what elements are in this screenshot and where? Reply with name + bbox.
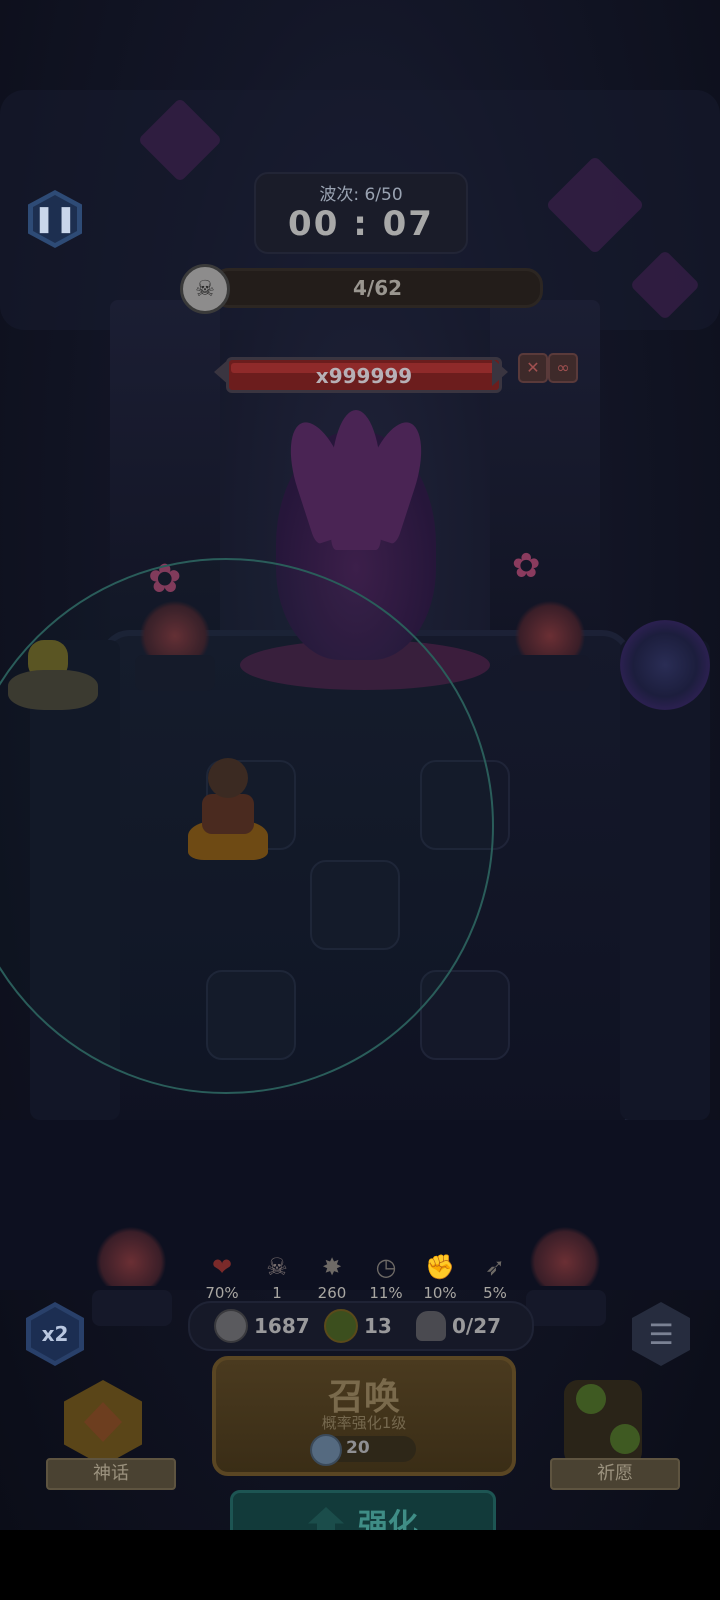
- stat-devil: ☠ 1: [249, 1250, 305, 1302]
- kill-progress-bar: 4/62: [212, 268, 543, 308]
- boss-petal: [331, 410, 381, 550]
- stat-power: ✊ 10%: [412, 1250, 468, 1302]
- torch-base: [526, 1290, 606, 1326]
- boss-health-text: x999999: [315, 364, 413, 388]
- hero-head: [208, 758, 248, 798]
- clover-orb: [576, 1384, 606, 1414]
- torch-flame: [515, 600, 585, 660]
- myth-label: 神话: [46, 1458, 176, 1490]
- wing-icon: ➶: [484, 1253, 506, 1281]
- stat-value: 70%: [205, 1284, 239, 1302]
- burst-icon: ✸: [321, 1253, 343, 1281]
- stat-wing: ➶ 5%: [467, 1250, 523, 1302]
- enemy-unit[interactable]: [8, 640, 98, 720]
- myth-emblem-icon: [64, 1380, 142, 1466]
- devil-skull-icon: ☠: [266, 1253, 288, 1281]
- strengthen-label: 强化: [358, 1508, 418, 1530]
- speed-x2-label: x2: [31, 1307, 79, 1361]
- wave-label: 波次: 6/50: [319, 185, 403, 205]
- summon-subtitle: 概率强化1级: [321, 1414, 407, 1432]
- stat-speed: ◷ 11%: [358, 1250, 414, 1302]
- board-lane: [620, 640, 710, 1120]
- pause-icon: ❚❚: [33, 195, 77, 243]
- ghost-unit-icon: [416, 1311, 446, 1341]
- hero-unit[interactable]: [188, 758, 268, 863]
- stat-value: 260: [317, 1284, 347, 1302]
- debuff-icon: ∞: [548, 353, 578, 383]
- silver-resource: 1687: [214, 1309, 310, 1343]
- torch-base: [510, 655, 590, 691]
- hero-body: [202, 794, 254, 834]
- flower-decoration: ✿: [512, 546, 541, 586]
- speed-x2-button[interactable]: x2: [26, 1302, 84, 1366]
- kill-progress-text: 4/62: [352, 276, 403, 300]
- clover-orb: [610, 1424, 640, 1454]
- clock-icon: ◷: [375, 1253, 397, 1281]
- summon-cost: 20: [310, 1434, 416, 1466]
- fist-icon: ✊: [425, 1253, 455, 1281]
- clover-resource: 13: [324, 1309, 392, 1343]
- summon-cost-value: 20: [346, 1438, 370, 1458]
- upgrade-arrow-icon: [308, 1507, 344, 1530]
- stat-burst: ✸ 260: [304, 1250, 360, 1302]
- skull-icon: ☠: [180, 264, 230, 314]
- menu-icon: ☰: [648, 1317, 674, 1351]
- silver-coin-icon: [214, 1309, 248, 1343]
- strengthen-button[interactable]: 强化: [230, 1490, 496, 1530]
- resource-bar: 1687 13 0/27: [188, 1301, 534, 1351]
- stat-value: 11%: [369, 1284, 403, 1302]
- stat-value: 10%: [423, 1284, 457, 1302]
- stat-value: 5%: [483, 1284, 507, 1302]
- wave-panel: 波次: 6/50 00 : 07: [254, 172, 468, 254]
- enemy-body: [8, 670, 98, 710]
- heart-icon: ❤: [211, 1253, 233, 1281]
- stat-crit-rate: ❤ 70%: [194, 1250, 250, 1302]
- clover-coin-icon: [324, 1309, 358, 1343]
- stat-value: 1: [272, 1284, 282, 1302]
- unit-resource: 0/27: [416, 1309, 501, 1343]
- clover-orbs-icon: [564, 1380, 642, 1466]
- enemy-portal: [620, 620, 710, 710]
- game-scene: ✿ ✿ ❚❚ 波次: 6/50 00 : 07 4/62 ☠ x999999 ✕…: [0, 0, 720, 1530]
- torch-flame: [530, 1226, 600, 1286]
- silver-coin-icon: [310, 1434, 342, 1466]
- wish-label: 祈愿: [550, 1458, 680, 1490]
- debuff-icon: ✕: [518, 353, 548, 383]
- menu-button[interactable]: ☰: [632, 1302, 690, 1366]
- boss-health-bar: x999999: [226, 357, 502, 393]
- torch-base: [92, 1290, 172, 1326]
- silver-count: 1687: [254, 1314, 310, 1338]
- summon-button[interactable]: 召唤 概率强化1级 20: [212, 1356, 516, 1476]
- wave-timer: 00 : 07: [288, 204, 434, 244]
- torch-flame: [96, 1226, 166, 1286]
- myth-emblem-core: [84, 1402, 122, 1442]
- clover-count: 13: [364, 1314, 392, 1338]
- boss-bar-right-cap: [492, 358, 508, 386]
- unit-count: 0/27: [452, 1314, 502, 1338]
